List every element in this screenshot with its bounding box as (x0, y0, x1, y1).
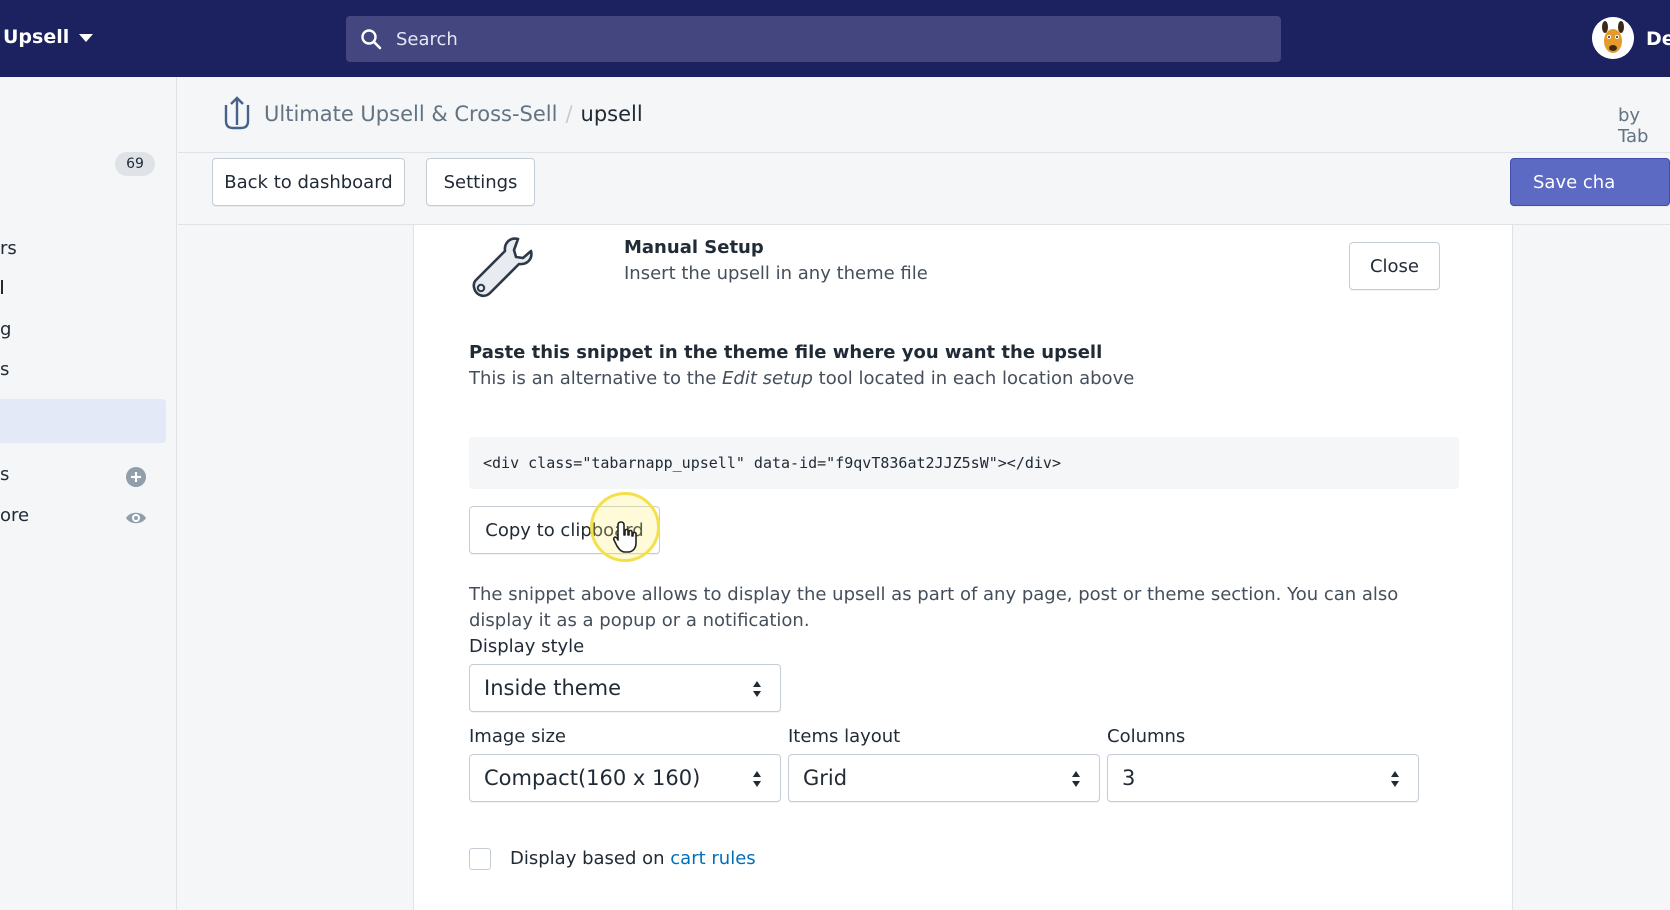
snippet-subtitle: This is an alternative to the Edit setup… (469, 368, 1135, 389)
edit-setup-emphasis: Edit setup (722, 368, 813, 389)
sidebar-item-apps[interactable] (0, 399, 166, 443)
items-layout-label: Items layout (788, 726, 901, 747)
user-name[interactable]: De (1646, 28, 1670, 50)
sidebar-item-analytics[interactable] (0, 277, 3, 299)
plus-circle-icon[interactable] (125, 466, 147, 488)
select-arrows-icon (1072, 771, 1080, 787)
search-icon (361, 29, 382, 50)
cart-rules-checkbox[interactable] (469, 848, 491, 870)
columns-value: 3 (1122, 766, 1136, 790)
sidebar-item-marketing[interactable]: g (0, 319, 11, 340)
store-switcher[interactable]: Upsell (3, 26, 94, 48)
store-name: Upsell (3, 26, 70, 48)
manual-setup-title: Manual Setup (624, 237, 764, 258)
wrench-icon (472, 237, 533, 298)
image-size-select[interactable]: Compact(160 x 160) (469, 754, 781, 802)
app-header: Ultimate Upsell & Cross-Sell / upsell by T… (178, 77, 1670, 153)
sidebar: 69 rs g s s ore (0, 77, 177, 910)
breadcrumb: Ultimate Upsell & Cross-Sell / upsell (264, 102, 643, 126)
search-input[interactable]: Search (346, 16, 1281, 62)
app-logo-icon (224, 96, 250, 130)
cart-rules-link[interactable]: cart rules (670, 848, 755, 869)
snippet-description: The snippet above allows to display the … (469, 584, 1399, 631)
caret-down-icon (79, 34, 94, 42)
save-changes-button[interactable]: Save cha (1510, 158, 1670, 206)
select-arrows-icon (753, 681, 761, 697)
breadcrumb-app-link[interactable]: Ultimate Upsell & Cross-Sell (264, 102, 557, 126)
user-avatar[interactable] (1592, 17, 1634, 59)
items-layout-value: Grid (803, 766, 848, 790)
app-author: by Tab (1618, 105, 1649, 147)
display-style-value: Inside theme (484, 676, 622, 700)
settings-button[interactable]: Settings (426, 158, 535, 206)
manual-setup-card: Manual Setup Insert the upsell in any th… (413, 225, 1513, 910)
display-style-label: Display style (469, 636, 585, 657)
page-title: upsell (580, 102, 643, 126)
sidebar-item-discounts[interactable]: s (0, 359, 9, 380)
manual-setup-subtitle: Insert the upsell in any theme file (624, 263, 928, 284)
columns-select[interactable]: 3 (1107, 754, 1419, 802)
items-layout-select[interactable]: Grid (788, 754, 1100, 802)
select-arrows-icon (753, 771, 761, 787)
avatar-icon (1592, 17, 1634, 59)
sidebar-item-online-store[interactable]: ore (0, 505, 29, 526)
orders-count-badge: 69 (115, 152, 155, 176)
columns-label: Columns (1107, 726, 1186, 747)
breadcrumb-separator: / (565, 102, 573, 126)
toolbar: Back to dashboard Settings Save cha (178, 153, 1670, 225)
snippet-code[interactable]: <div class="tabarnapp_upsell" data-id="f… (469, 437, 1459, 489)
back-to-dashboard-button[interactable]: Back to dashboard (212, 158, 405, 206)
image-size-label: Image size (469, 726, 566, 747)
sidebar-item-customers[interactable]: rs (0, 238, 17, 259)
cart-rules-label: Display based on cart rules (510, 848, 756, 869)
image-size-value: Compact(160 x 160) (484, 766, 701, 790)
display-style-select[interactable]: Inside theme (469, 664, 781, 712)
search-placeholder: Search (396, 28, 458, 50)
copy-to-clipboard-button[interactable]: Copy to clipboard (469, 506, 660, 554)
sidebar-item-sales-channels[interactable]: s (0, 464, 9, 485)
eye-icon[interactable] (125, 507, 147, 529)
top-bar: Upsell Search De (0, 0, 1670, 77)
select-arrows-icon (1391, 771, 1399, 787)
close-button[interactable]: Close (1349, 242, 1440, 290)
snippet-title: Paste this snippet in the theme file whe… (469, 342, 1103, 363)
